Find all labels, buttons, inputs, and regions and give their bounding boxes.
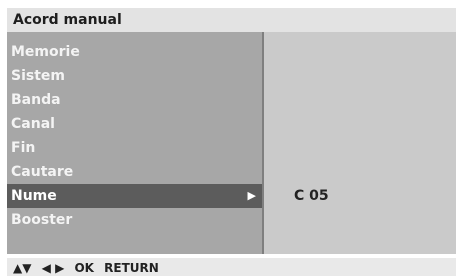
menu-item-memorie[interactable]: Memorie bbox=[7, 40, 262, 64]
menu-item-label: Nume bbox=[11, 188, 57, 204]
menu-list: Memorie Sistem Banda Canal Fin Cautare N… bbox=[7, 32, 262, 254]
menu-item-sistem[interactable]: Sistem bbox=[7, 64, 262, 88]
left-right-arrows-icon: ◀ ▶ bbox=[41, 261, 65, 275]
navigation-hints: ▲▼ ◀ ▶ OK RETURN bbox=[7, 258, 456, 276]
menu-item-cautare[interactable]: Cautare bbox=[7, 160, 262, 184]
return-hint: RETURN bbox=[104, 261, 159, 275]
menu-item-fin[interactable]: Fin bbox=[7, 136, 262, 160]
up-down-arrows-icon: ▲▼ bbox=[13, 261, 32, 275]
menu-item-booster[interactable]: Booster bbox=[7, 208, 262, 232]
right-arrow-icon: ▶ bbox=[247, 189, 256, 202]
menu-item-canal[interactable]: Canal bbox=[7, 112, 262, 136]
ok-hint: OK bbox=[74, 261, 94, 275]
menu-item-nume[interactable]: Nume ▶ bbox=[7, 184, 262, 208]
channel-name-value: C 05 bbox=[294, 188, 329, 204]
detail-panel: C 05 bbox=[264, 32, 456, 254]
menu-item-banda[interactable]: Banda bbox=[7, 88, 262, 112]
menu-title: Acord manual bbox=[7, 8, 456, 32]
